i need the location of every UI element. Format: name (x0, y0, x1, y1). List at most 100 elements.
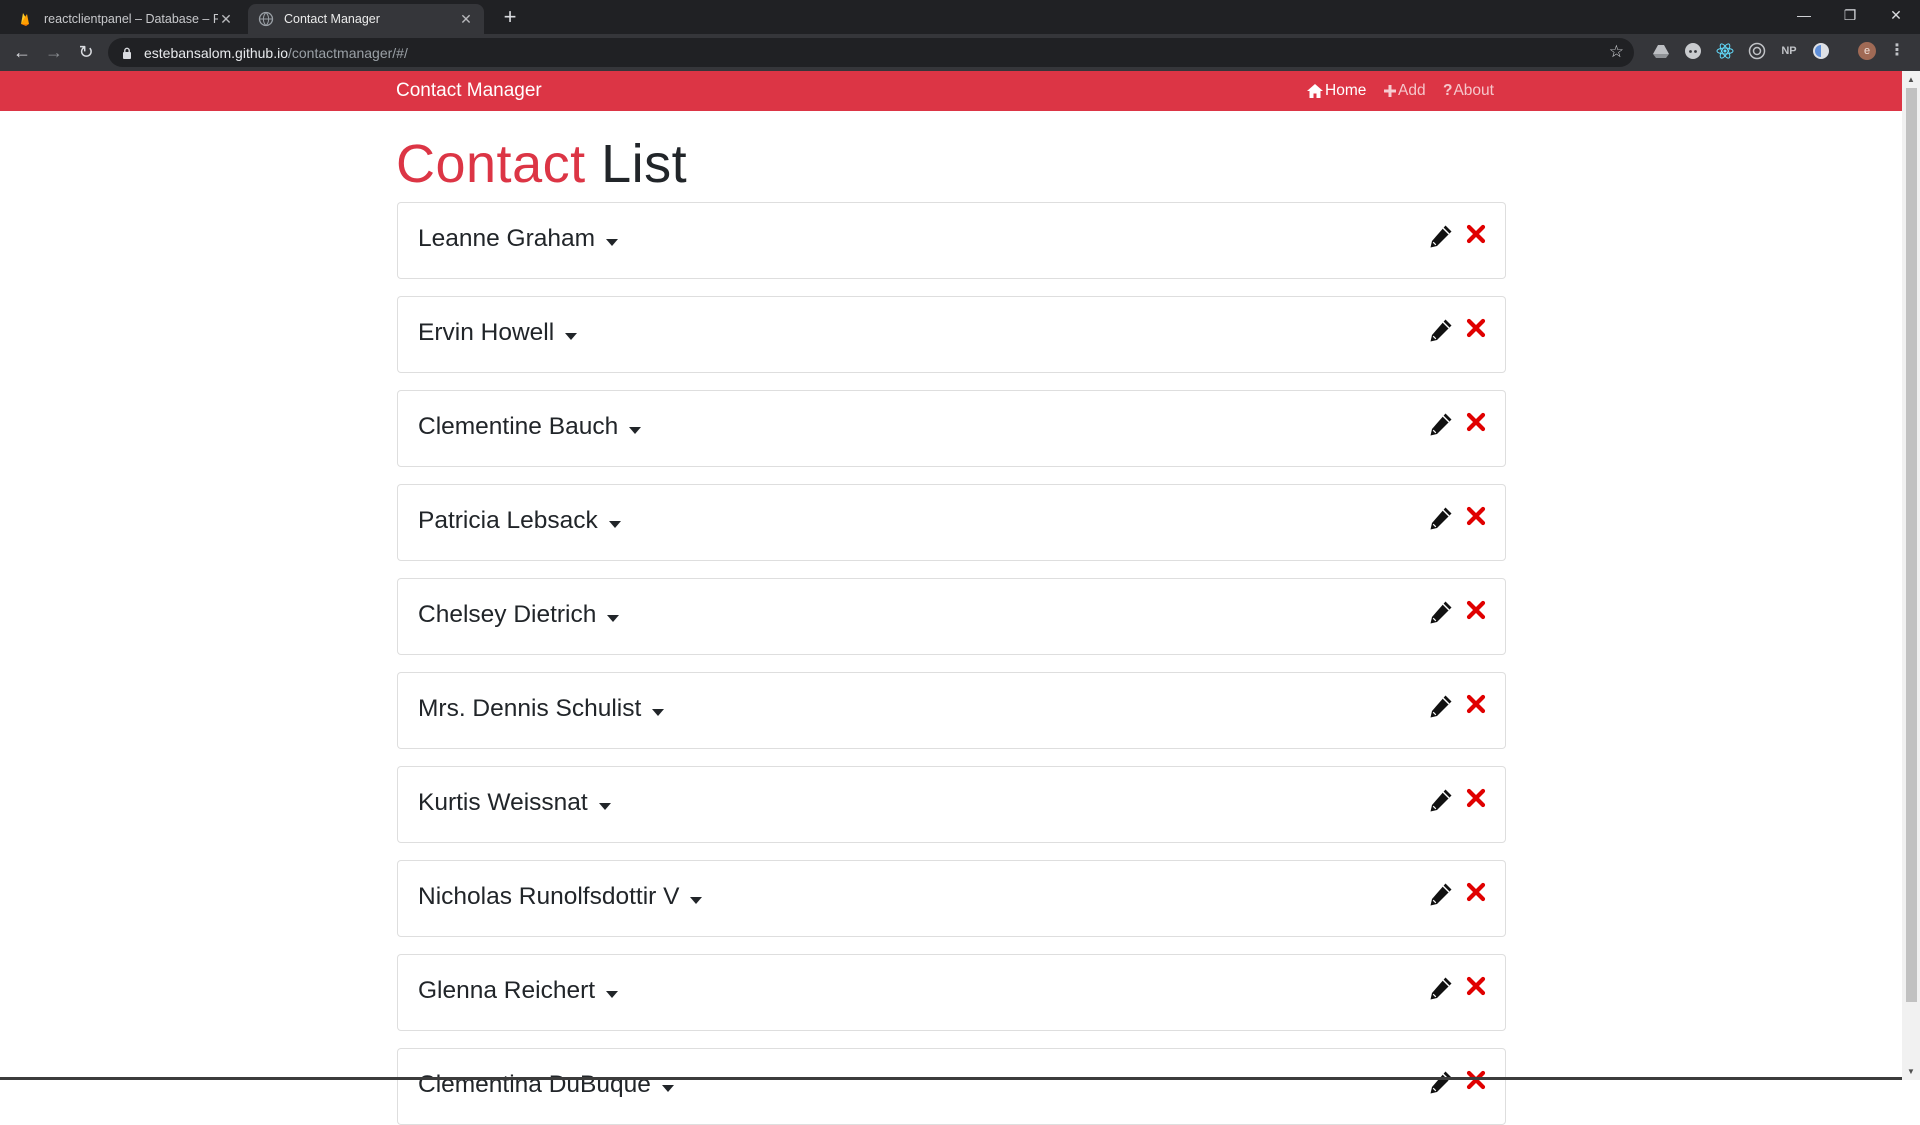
contact-name-text: Mrs. Dennis Schulist (418, 695, 642, 722)
pencil-icon[interactable] (1428, 223, 1454, 249)
lock-icon (123, 47, 131, 59)
delete-x-icon[interactable] (1466, 506, 1486, 526)
np-extension-icon[interactable]: NP (1778, 42, 1800, 60)
pencil-icon[interactable] (1428, 505, 1454, 531)
target-icon[interactable] (1748, 42, 1766, 60)
profile-avatar[interactable]: e (1858, 42, 1876, 60)
delete-x-icon[interactable] (1466, 976, 1486, 996)
react-icon[interactable] (1716, 42, 1734, 60)
close-window-icon[interactable]: ✕ (1874, 0, 1918, 30)
contact-name-text: Nicholas Runolfsdottir V (418, 883, 680, 910)
pencil-icon[interactable] (1428, 787, 1454, 813)
restore-icon[interactable]: ❐ (1828, 0, 1872, 30)
caret-down-icon[interactable] (651, 707, 665, 717)
ext-icon[interactable] (1812, 42, 1830, 60)
nav-link-home[interactable]: Home (1306, 71, 1366, 111)
page-scrollbar[interactable]: ▲ ▼ (1902, 71, 1920, 1080)
pencil-icon[interactable] (1428, 881, 1454, 907)
app-navbar: Contact Manager Home Add ? About (0, 71, 1902, 111)
pencil-icon[interactable] (1428, 693, 1454, 719)
drive-icon[interactable] (1652, 42, 1670, 60)
contact-name-text: Chelsey Dietrich (418, 601, 597, 628)
contact-name-text: Clementina DuBuque (418, 1071, 651, 1098)
caret-down-icon[interactable] (608, 519, 622, 529)
new-tab-button[interactable]: + (498, 4, 522, 30)
caret-down-icon[interactable] (598, 801, 612, 811)
contact-name[interactable]: Leanne Graham (418, 225, 619, 253)
browser-tab-firebase[interactable]: reactclientpanel – Database – Fire ✕ (8, 4, 244, 34)
minimize-icon[interactable]: — (1782, 0, 1826, 30)
delete-x-icon[interactable] (1466, 882, 1486, 902)
pencil-icon[interactable] (1428, 411, 1454, 437)
close-tab-icon[interactable]: ✕ (218, 11, 234, 28)
contact-card: Chelsey Dietrich (397, 578, 1506, 655)
browser-toolbar: ← → ↻ estebansalom.github.io/contactmana… (0, 34, 1920, 71)
pencil-icon[interactable] (1428, 1069, 1454, 1095)
delete-x-icon[interactable] (1466, 1070, 1486, 1090)
contact-name[interactable]: Nicholas Runolfsdottir V (418, 883, 703, 911)
back-icon[interactable]: ← (10, 40, 34, 64)
contact-card: Patricia Lebsack (397, 484, 1506, 561)
contact-card: Mrs. Dennis Schulist (397, 672, 1506, 749)
contact-card: Ervin Howell (397, 296, 1506, 373)
contact-name[interactable]: Glenna Reichert (418, 977, 619, 1005)
contact-name[interactable]: Mrs. Dennis Schulist (418, 695, 665, 723)
menu-kebab-icon[interactable]: ⋮ (1888, 42, 1906, 60)
scroll-down-arrow-icon[interactable]: ▼ (1902, 1063, 1920, 1080)
contact-name[interactable]: Kurtis Weissnat (418, 789, 612, 817)
scroll-thumb[interactable] (1906, 88, 1917, 1002)
firebase-icon (21, 13, 29, 26)
contact-card: Clementine Bauch (397, 390, 1506, 467)
caret-down-icon[interactable] (606, 613, 620, 623)
caret-down-icon[interactable] (689, 895, 703, 905)
close-tab-icon[interactable]: ✕ (458, 11, 474, 28)
address-bar[interactable]: estebansalom.github.io/contactmanager/#/… (108, 38, 1634, 67)
browser-tab-bar: reactclientpanel – Database – Fire ✕ Con… (0, 0, 1920, 34)
delete-x-icon[interactable] (1466, 788, 1486, 808)
delete-x-icon[interactable] (1466, 694, 1486, 714)
navbar-brand[interactable]: Contact Manager (396, 71, 542, 111)
contact-card: Leanne Graham (397, 202, 1506, 279)
forward-icon[interactable]: → (42, 40, 66, 64)
globe-icon (258, 11, 274, 27)
contact-card: Kurtis Weissnat (397, 766, 1506, 843)
delete-x-icon[interactable] (1466, 412, 1486, 432)
caret-down-icon[interactable] (605, 989, 619, 999)
contact-card: Nicholas Runolfsdottir V (397, 860, 1506, 937)
contact-card: Clementina DuBuque (397, 1048, 1506, 1125)
plus-icon (1384, 85, 1396, 97)
contact-name[interactable]: Ervin Howell (418, 319, 578, 347)
contact-name-text: Kurtis Weissnat (418, 789, 588, 816)
pencil-icon[interactable] (1428, 599, 1454, 625)
contact-name-text: Glenna Reichert (418, 977, 596, 1004)
pencil-icon[interactable] (1428, 317, 1454, 343)
caret-down-icon[interactable] (605, 237, 619, 247)
caret-down-icon[interactable] (564, 331, 578, 341)
caret-down-icon[interactable] (661, 1083, 675, 1093)
pencil-icon[interactable] (1428, 975, 1454, 1001)
nav-link-add[interactable]: Add (1383, 71, 1426, 111)
nav-link-label: About (1453, 82, 1494, 99)
nav-link-about[interactable]: ? About (1443, 71, 1494, 111)
home-icon (1307, 84, 1323, 98)
contact-name-text: Ervin Howell (418, 319, 555, 346)
contact-card: Glenna Reichert (397, 954, 1506, 1031)
delete-x-icon[interactable] (1466, 224, 1486, 244)
contact-name[interactable]: Chelsey Dietrich (418, 601, 620, 629)
contact-name-text: Patricia Lebsack (418, 507, 598, 534)
scroll-up-arrow-icon[interactable]: ▲ (1902, 71, 1920, 88)
contact-name[interactable]: Patricia Lebsack (418, 507, 622, 535)
contact-name[interactable]: Clementina DuBuque (418, 1071, 675, 1099)
page-title-rest: List (601, 134, 688, 194)
tab-title: Contact Manager (284, 12, 380, 26)
reload-icon[interactable]: ↻ (74, 40, 98, 64)
browser-tab-contact-manager[interactable]: Contact Manager ✕ (248, 4, 484, 34)
nav-link-label: Home (1325, 82, 1367, 99)
caret-down-icon[interactable] (628, 425, 642, 435)
delete-x-icon[interactable] (1466, 318, 1486, 338)
discord-icon[interactable] (1684, 42, 1702, 60)
contact-name-text: Leanne Graham (418, 225, 596, 252)
bookmark-star-icon[interactable]: ☆ (1609, 43, 1624, 61)
contact-name[interactable]: Clementine Bauch (418, 413, 642, 441)
delete-x-icon[interactable] (1466, 600, 1486, 620)
